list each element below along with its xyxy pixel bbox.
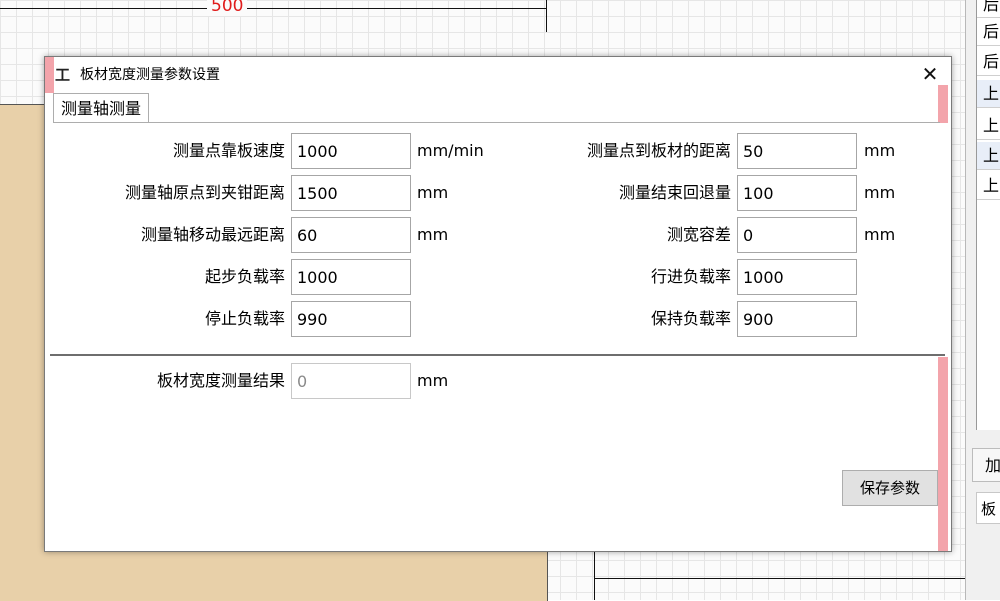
max-travel-input[interactable] xyxy=(291,217,411,253)
parameter-dialog: 工 板材宽度测量参数设置 ✕ 测量轴测量 测量点靠板速度 mm/min 测量轴原… xyxy=(44,56,952,552)
right-edge-marker-lower xyxy=(938,357,948,551)
retract-amount-input[interactable] xyxy=(737,175,857,211)
left-edge-marker xyxy=(45,57,54,93)
hold-load-rate-input[interactable] xyxy=(737,301,857,337)
label-retract-amount: 测量结束回退量 xyxy=(618,183,731,202)
label-stop-load-rate: 停止负载率 xyxy=(204,309,285,328)
label-start-load-rate: 起步负载率 xyxy=(204,267,285,286)
tab-divider xyxy=(53,122,940,123)
tab-measure-axis[interactable]: 测量轴测量 xyxy=(53,93,149,123)
unit-max-travel: mm xyxy=(417,225,449,244)
unit-width-result: mm xyxy=(417,371,449,390)
origin-clamp-distance-input[interactable] xyxy=(291,175,411,211)
section-divider xyxy=(50,354,945,356)
width-tolerance-input[interactable] xyxy=(737,217,857,253)
right-panel: 后 后 后 上 上 上 上 加 板 xyxy=(965,0,1000,600)
label-hold-load-rate: 保持负载率 xyxy=(650,309,731,328)
plate-speed-input[interactable] xyxy=(291,133,411,169)
list-item[interactable]: 上 xyxy=(977,172,1000,200)
label-travel-load-rate: 行进负载率 xyxy=(650,267,731,286)
panel-item[interactable]: 板 xyxy=(976,492,1000,524)
dimension-label: 500 xyxy=(207,0,248,16)
step-list[interactable]: 后 后 后 上 上 上 上 xyxy=(976,0,1000,430)
save-params-button[interactable]: 保存参数 xyxy=(842,470,938,506)
horizontal-guide xyxy=(594,578,965,579)
unit-width-tolerance: mm xyxy=(864,225,896,244)
dimension-tick xyxy=(546,0,547,32)
travel-load-rate-input[interactable] xyxy=(737,259,857,295)
label-width-tolerance: 测宽容差 xyxy=(666,225,731,244)
label-width-result: 板材宽度测量结果 xyxy=(156,371,285,390)
list-item[interactable]: 上 xyxy=(977,142,1000,170)
list-item[interactable]: 后 xyxy=(977,48,1000,76)
stop-load-rate-input[interactable] xyxy=(291,301,411,337)
right-edge-marker xyxy=(938,85,948,123)
app-icon: 工 xyxy=(55,66,71,84)
dimension-line xyxy=(0,8,547,9)
unit-plate-speed: mm/min xyxy=(417,141,484,160)
unit-point-to-plate-distance: mm xyxy=(864,141,896,160)
width-result-field xyxy=(291,363,411,399)
vertical-guide xyxy=(594,548,595,600)
dialog-title: 板材宽度测量参数设置 xyxy=(80,67,220,83)
list-item[interactable]: 上 xyxy=(977,80,1000,108)
unit-retract-amount: mm xyxy=(864,183,896,202)
label-max-travel: 测量轴移动最远距离 xyxy=(140,225,285,244)
list-item[interactable]: 后 xyxy=(977,18,1000,46)
label-origin-clamp-distance: 测量轴原点到夹钳距离 xyxy=(124,183,285,202)
label-point-to-plate-distance: 测量点到板材的距离 xyxy=(586,141,731,160)
list-item[interactable]: 后 xyxy=(977,0,1000,18)
label-plate-speed: 测量点靠板速度 xyxy=(172,141,285,160)
point-to-plate-distance-input[interactable] xyxy=(737,133,857,169)
unit-origin-clamp-distance: mm xyxy=(417,183,449,202)
tab-add[interactable]: 加 xyxy=(972,448,1000,482)
close-icon[interactable]: ✕ xyxy=(915,61,945,87)
dialog-title-bar[interactable]: 工 板材宽度测量参数设置 ✕ xyxy=(45,57,949,91)
start-load-rate-input[interactable] xyxy=(291,259,411,295)
list-item[interactable]: 上 xyxy=(977,112,1000,140)
